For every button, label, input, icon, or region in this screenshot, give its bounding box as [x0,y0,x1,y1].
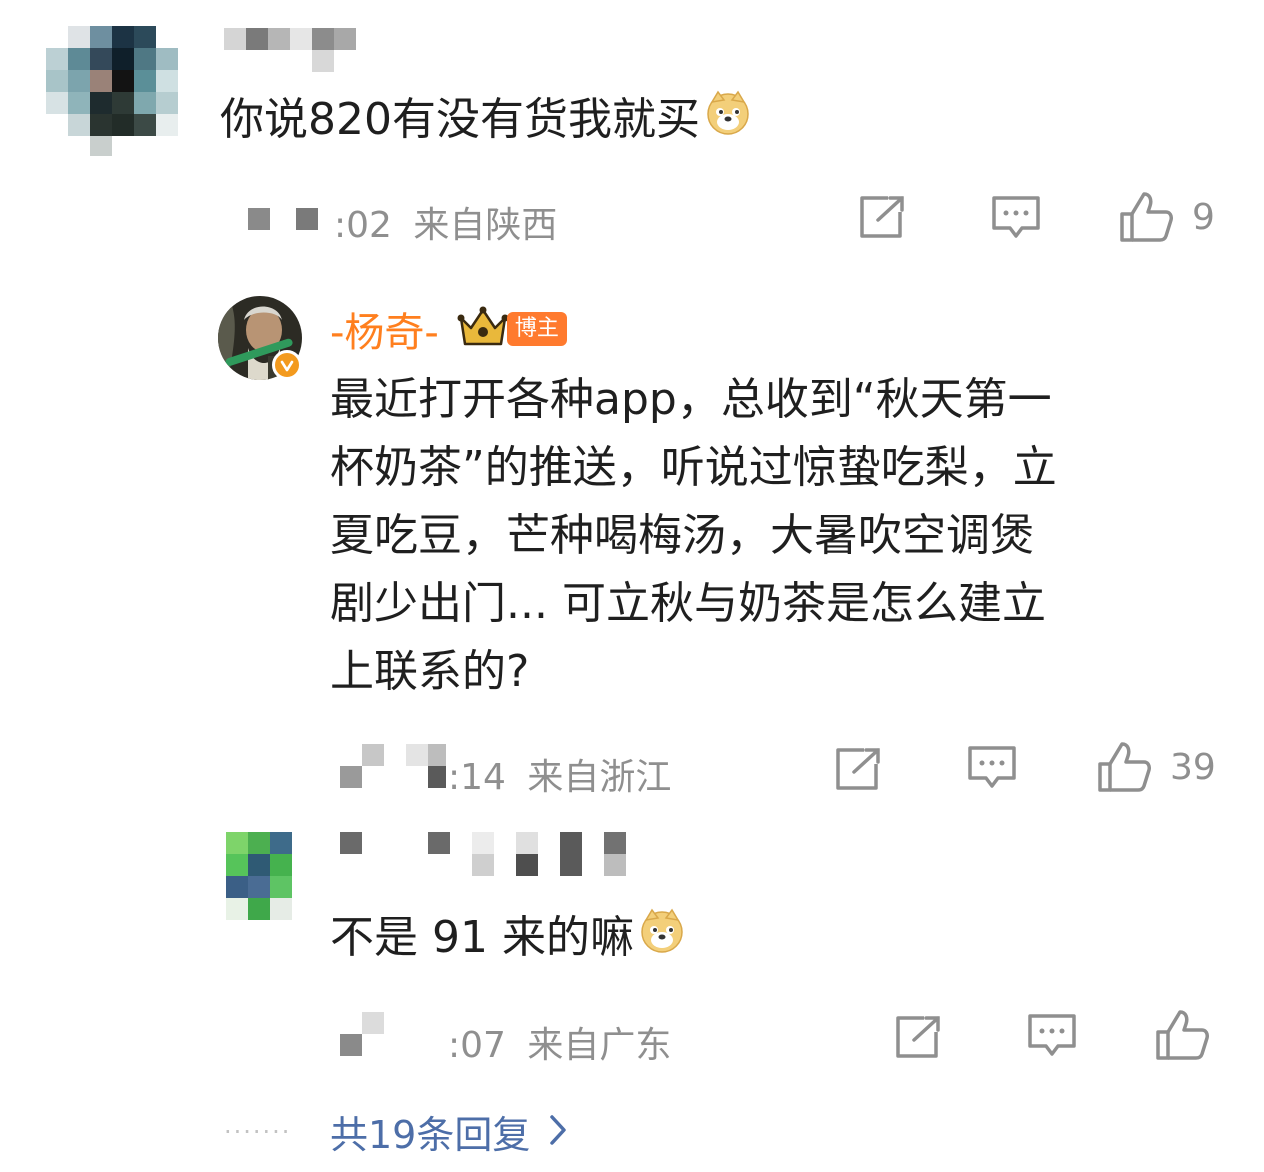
comment-icon[interactable] [990,194,1042,242]
doge-emoji [704,88,752,156]
share-icon[interactable] [834,746,884,792]
like-button[interactable] [1154,1008,1212,1062]
like-button[interactable]: 9 [1118,190,1215,244]
comment-text: 不是 91 来的嘛 [330,912,634,963]
comment-location: 来自浙江 [527,757,672,798]
username-redacted[interactable] [224,28,364,72]
like-button[interactable]: 39 [1096,740,1216,794]
share-icon[interactable] [858,194,908,240]
doge-emoji [638,906,686,974]
comment-time: :14 [448,757,506,798]
thumbs-up-icon [1118,190,1176,244]
avatar[interactable] [218,296,302,380]
thumbs-up-icon [1096,740,1154,794]
comment-icon[interactable] [1026,1012,1078,1060]
username-redacted[interactable] [340,832,640,876]
like-count: 39 [1170,746,1216,788]
comment-location: 来自广东 [527,1025,672,1066]
share-icon[interactable] [894,1014,944,1060]
avatar[interactable] [46,26,182,156]
comment-text: 最近打开各种app，总收到“秋天第一 杯奶茶”的推送，听说过惊蛰吃梨，立 夏吃豆… [330,374,1057,697]
avatar[interactable] [226,832,294,922]
like-count: 9 [1192,196,1215,238]
timestamp-redacted [248,208,320,230]
comment-location: 来自陕西 [413,205,558,246]
crown-icon [457,306,509,352]
timestamp-redacted [340,744,450,788]
blogger-badge: 博主 [506,312,567,346]
comment-icon[interactable] [966,744,1018,792]
thumbs-up-icon [1154,1008,1212,1062]
timestamp-redacted [340,1012,384,1056]
author-name[interactable]: -杨奇- [330,300,439,358]
comment-time: :07 [448,1025,506,1066]
comment-time: :02 [334,205,392,246]
verified-badge-icon [272,350,302,380]
more-dots: ······· [224,1118,292,1146]
chevron-right-icon [548,1113,568,1151]
view-more-replies-link[interactable]: 共19条回复 [330,1104,568,1159]
more-replies-label: 共19条回复 [330,1113,531,1157]
comment-text: 你说820有没有货我就买 [220,94,700,145]
